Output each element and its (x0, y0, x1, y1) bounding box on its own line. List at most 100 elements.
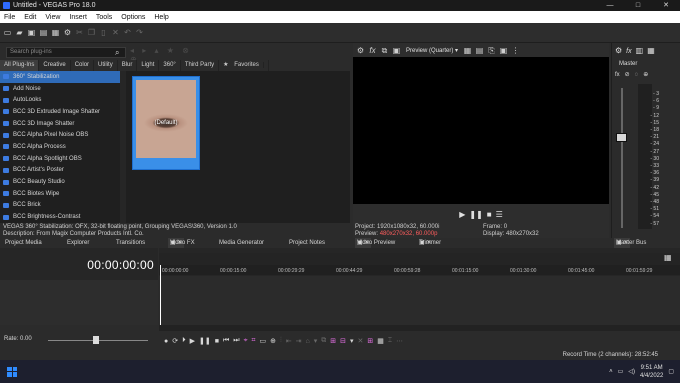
grid-icon[interactable]: ▤ (475, 46, 484, 55)
lock-icon[interactable]: ⌂ (306, 338, 310, 345)
fx-icon[interactable]: fx (626, 46, 631, 55)
normal-edit-icon[interactable]: ⌖ (244, 337, 248, 345)
pause-icon[interactable]: ❚❚ (469, 210, 482, 219)
go-to-start-icon[interactable]: ⏮ (223, 337, 229, 345)
tab-project-notes[interactable]: Project Notes (289, 238, 325, 248)
properties-icon[interactable]: ▦ (51, 28, 60, 37)
auto-ripple-icon[interactable]: ⊟ (340, 337, 346, 345)
list-item[interactable]: BCC 3D Extruded Image Shatter (0, 106, 126, 118)
crossfade-icon[interactable]: ✕ (358, 337, 364, 345)
post-edit-ripple-icon[interactable]: ⊞ (367, 337, 373, 345)
go-to-end-icon[interactable]: ⏭ (233, 337, 239, 345)
tab-creative[interactable]: Creative (39, 60, 71, 71)
fx-button[interactable]: fx (615, 72, 620, 78)
tab-blur[interactable]: Blur (118, 60, 138, 71)
menu-view[interactable]: View (41, 14, 65, 21)
settings-icon[interactable]: ⚙ (615, 46, 622, 55)
zoom-edit-icon[interactable]: ⊕ (270, 337, 276, 345)
cursor-icon[interactable]: ⌶ (388, 337, 392, 345)
menu-file[interactable]: File (0, 14, 20, 21)
redo-icon[interactable]: ↷ (135, 28, 144, 37)
menu-edit[interactable]: Edit (20, 14, 41, 21)
tab-360[interactable]: 360° (159, 60, 181, 71)
menu-options[interactable]: Options (117, 14, 150, 21)
copy-icon[interactable]: ❐ (87, 28, 96, 37)
minimize-button[interactable]: — (596, 0, 624, 11)
list-item[interactable]: Add Noise (0, 83, 126, 95)
maximize-button[interactable]: □ (624, 0, 652, 11)
list-item[interactable]: BCC Brightness-Contrast (0, 211, 126, 223)
tab-project-media[interactable]: Project Media (5, 238, 42, 248)
trim-end-icon[interactable]: ⇥ (296, 337, 302, 345)
tab-color[interactable]: Color (71, 60, 95, 71)
save-icon[interactable]: ▣ (27, 28, 36, 37)
tab-transitions[interactable]: Transitions (116, 238, 145, 248)
volume-icon[interactable]: ◁) (628, 368, 635, 375)
menu-icon[interactable]: ☰ (496, 210, 503, 219)
open-icon[interactable]: ▰ (15, 28, 24, 37)
horizontal-scrollbar[interactable] (159, 325, 680, 331)
tab-all-plugins[interactable]: All Plug-Ins (0, 60, 40, 71)
layout-icon[interactable]: ▦ (647, 46, 655, 55)
more-tools-icon[interactable]: ⋯ (396, 337, 403, 345)
overlays-icon[interactable]: ▦ (463, 46, 472, 55)
tab-master-bus[interactable]: Master Bus ▣ ✕ (614, 238, 646, 248)
list-item[interactable]: BCC Alpha Spotlight OBS (0, 153, 126, 165)
ignore-grouping-icon[interactable]: ▦ (377, 337, 384, 345)
external-monitor-icon[interactable]: ▣ (392, 46, 401, 55)
record-icon[interactable]: ● (164, 338, 168, 345)
mute-icon[interactable]: ⊘ (625, 71, 630, 78)
playhead-cursor[interactable] (160, 265, 161, 325)
solo-icon[interactable]: ◌ (635, 72, 639, 78)
region-icon[interactable]: ⧉ (321, 337, 326, 345)
fx-icon[interactable]: fx (368, 46, 377, 55)
tab-trimmer[interactable]: Trimmer ▣ ✕ (419, 238, 441, 248)
list-item[interactable]: BCC Biotes Wipe (0, 188, 126, 200)
notifications-icon[interactable]: ▢ (668, 368, 674, 375)
list-item[interactable]: BCC Alpha Process (0, 141, 126, 153)
render-icon[interactable]: ▤ (39, 28, 48, 37)
stop-icon[interactable]: ■ (487, 210, 492, 219)
network-icon[interactable]: ▭ (618, 368, 624, 375)
preview-quality-select[interactable]: Preview (Quarter) ▾ (404, 46, 461, 54)
search-icon[interactable]: ⌕ (115, 48, 124, 57)
marker-bar[interactable] (159, 253, 680, 265)
copy-snapshot-icon[interactable]: ⎘ (487, 46, 496, 55)
ripple-mode-icon[interactable]: ▾ (350, 337, 354, 345)
track-area[interactable] (159, 276, 680, 325)
snapping-icon[interactable]: ⊞ (330, 337, 336, 345)
clock[interactable]: 9:51 AM 4/4/2022 (640, 364, 663, 380)
split-icon[interactable]: ⧉ (380, 46, 389, 55)
pause-icon[interactable]: ❚❚ (199, 337, 211, 345)
tab-media-generator[interactable]: Media Generator (219, 238, 264, 248)
play-icon[interactable]: ▶ (459, 210, 465, 219)
new-project-icon[interactable]: ▭ (3, 28, 12, 37)
options-icon[interactable]: ⋮ (511, 46, 520, 55)
tab-light[interactable]: Light (137, 60, 160, 71)
tab-video-fx[interactable]: Video FX ▣ ✕ (168, 238, 195, 248)
tab-third-party[interactable]: Third Party (181, 60, 220, 71)
close-button[interactable]: ✕ (652, 0, 680, 11)
settings-icon[interactable]: ⚙ (356, 46, 365, 55)
envelope-edit-icon[interactable]: ⌗ (252, 337, 256, 345)
stop-icon[interactable]: ■ (215, 338, 219, 345)
menu-help[interactable]: Help (150, 14, 173, 21)
tab-favorites[interactable]: ★ Favorites (219, 60, 269, 71)
channels-icon[interactable]: ▥ (636, 46, 644, 55)
cut-icon[interactable]: ✂ (75, 28, 84, 37)
list-item[interactable]: BCC Artist's Poster (0, 165, 126, 177)
tab-utility[interactable]: Utility (94, 60, 118, 71)
list-item[interactable]: BCC Brick (0, 200, 126, 212)
split-icon[interactable]: ⫶ (280, 337, 282, 345)
play-from-start-icon[interactable]: ⏵ (182, 337, 186, 345)
tab-video-preview[interactable]: Video Preview ▣ ✕ (355, 238, 395, 248)
tab-explorer[interactable]: Explorer (67, 238, 89, 248)
plugin-search-input[interactable]: Search plug-ins (6, 47, 126, 58)
save-snapshot-icon[interactable]: ▣ (499, 46, 508, 55)
list-item[interactable]: BCC Alpha Pixel Noise OBS (0, 129, 126, 141)
loop-icon[interactable]: ⟳ (172, 337, 178, 345)
timeline-options-icon[interactable]: ▦ (664, 253, 674, 263)
chevron-up-icon[interactable]: ˄ (609, 369, 613, 375)
settings-icon[interactable]: ⚙ (63, 28, 72, 37)
play-icon[interactable]: ▶ (190, 337, 195, 345)
